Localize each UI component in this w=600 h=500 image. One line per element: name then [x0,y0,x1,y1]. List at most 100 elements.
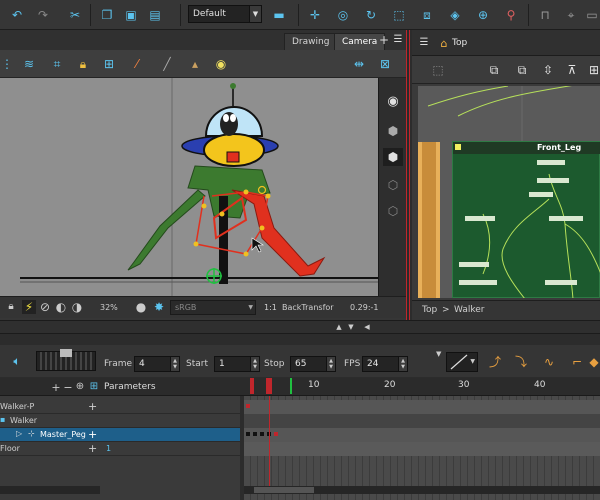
frame-stepper[interactable]: ▲ ▼ [170,357,179,371]
tab-drawing[interactable]: Drawing [284,33,338,50]
panel-divider[interactable]: ▲ ▼ ◀ [0,320,600,334]
stamp-icon[interactable]: ▴ [186,56,204,72]
mask-icon[interactable]: ⊘ [38,300,52,314]
delete-icon[interactable]: ▤ [146,7,164,23]
playhead[interactable] [266,378,272,394]
layer-scrollbar[interactable] [0,486,100,494]
ik-icon[interactable]: ⊓ [536,7,554,23]
stop-field[interactable]: 65 ▲ ▼ [290,356,336,372]
ease-out-icon[interactable]: ⤵ [512,353,530,371]
interpolation-select[interactable]: ▼ [446,352,478,372]
add-tab-icon[interactable]: + [378,33,390,47]
collapse-timeline-icon[interactable]: ▼ [436,350,444,358]
reposition-icon[interactable]: ⊕ [474,7,492,23]
paste-icon[interactable]: ▣ [122,7,140,23]
fps-stepper[interactable]: ▲ ▼ [398,357,407,371]
breadcrumb-top[interactable]: Top [422,305,437,315]
zoom-level[interactable]: 32% [100,303,118,312]
collapse-up-icon[interactable]: ▲ [334,322,344,332]
group-icon[interactable]: ⊞ [588,62,600,78]
fps-field[interactable]: 24 ▲ ▼ [362,356,408,372]
playback-scrub-handle[interactable] [60,349,72,357]
cube-shaded-icon[interactable]: ⬢ [383,122,403,140]
layout-icon[interactable]: ▬ [270,7,288,23]
marker-start[interactable] [250,378,254,394]
bulb-icon[interactable]: ◉ [212,56,230,72]
stepped-icon[interactable]: ⌐ [568,353,586,371]
add-layer-icon[interactable]: + [50,380,62,394]
layer-row[interactable]: ▪ Walker [0,414,240,428]
cube-outline-icon[interactable]: ⬡ [383,202,403,220]
camera-canvas[interactable] [0,78,378,296]
home-icon[interactable]: ⌂ [438,36,450,50]
undo-icon[interactable]: ↶ [8,7,26,23]
split-icon[interactable]: ⇳ [540,62,556,78]
keyframe-icon[interactable]: ◆ [588,353,600,371]
layer-row[interactable]: ▷ ⊹ Master_Peg + [0,428,240,442]
menu-icon[interactable]: ☰ [418,36,430,50]
frame-field[interactable]: 4 ▲ ▼ [134,356,180,372]
breadcrumb-walker[interactable]: Walker [454,305,484,315]
fill-icon[interactable]: ● [134,300,148,314]
skew-icon[interactable]: ⧈ [418,7,436,23]
scale-icon[interactable]: ⬚ [390,7,408,23]
ease-both-icon[interactable]: ∿ [540,353,558,371]
morph-icon[interactable]: ◈ [446,7,464,23]
add-icon[interactable]: + [88,442,97,455]
network-icon[interactable]: ⧉ [486,62,502,78]
network-down-icon[interactable]: ⧉ [514,62,530,78]
fit-icon[interactable]: ⊠ [376,56,394,72]
layer-props-icon[interactable]: ⊕ [74,380,86,394]
grid-icon[interactable]: ⋮ [0,56,14,72]
palette-icon[interactable]: ◑ [70,300,84,314]
scroll-thumb[interactable] [254,487,314,493]
light-icon[interactable]: ◐ [54,300,68,314]
cube-selected-icon[interactable]: ⬢ [383,148,403,166]
select-icon[interactable]: ⌖ [562,7,580,23]
copy-pose-icon[interactable]: ▭ [584,7,600,23]
bolt-icon[interactable]: ⚡︎ [22,300,36,314]
sound-icon[interactable]: 🔈︎ [8,353,26,369]
start-stepper[interactable]: ▲ ▼ [250,357,259,371]
group-color-swatch[interactable] [455,144,461,150]
brush-icon[interactable]: ⁄ [128,56,146,72]
redo-icon[interactable]: ↷ [34,7,52,23]
cut-icon[interactable]: ✂ [66,7,84,23]
expand-arrow-icon[interactable]: ▷ [16,429,22,438]
add-icon[interactable]: + [88,428,97,441]
chevron-down-icon[interactable]: ▼ [249,6,261,22]
rotate-icon[interactable]: ↻ [362,7,380,23]
pencil-icon[interactable]: ╱ [158,56,176,72]
node-graph-area[interactable]: Front_Leg [418,86,600,298]
color-space-select[interactable]: sRGB ▼ [170,300,256,315]
add-icon[interactable]: + [88,400,97,413]
node-group-front-leg[interactable]: Front_Leg [452,141,600,298]
cube-wire-icon[interactable]: ⬡ [383,176,403,194]
copy-icon[interactable]: ❐ [98,7,116,23]
layer-row[interactable]: Floor + 1 [0,442,240,456]
lock-all-icon[interactable]: ⊞ [100,56,118,72]
onion-skin-icon[interactable]: ≋ [20,56,38,72]
start-field[interactable]: 1 ▲ ▼ [214,356,260,372]
lock-view-icon[interactable]: 🔒︎ [4,300,18,314]
collapse-down-icon[interactable]: ▼ [346,322,356,332]
menu-icon[interactable]: ☰ [392,33,404,47]
preset-select[interactable]: Default ▼ [188,5,262,23]
peg-icon[interactable]: ⊼ [564,62,580,78]
expand-icon[interactable]: ▪ [0,415,5,424]
eye-icon[interactable]: ◉ [383,92,403,110]
frame-grid[interactable] [244,396,600,500]
node-up-icon[interactable]: ⬚ [430,62,446,78]
lock-icon[interactable]: 🔒︎ [74,56,92,72]
ease-in-icon[interactable]: ⤴ [486,353,504,371]
frame-scrollbar[interactable] [244,486,600,494]
pin-icon[interactable]: ⚲ [502,7,520,23]
stop-stepper[interactable]: ▲ ▼ [326,357,335,371]
bone-icon[interactable]: ⌗ [48,56,66,72]
panel-splitter[interactable] [406,30,410,320]
frame-ruler[interactable]: 10 20 30 40 [244,378,600,396]
flip-icon[interactable]: ⇹ [350,56,368,72]
layer-row[interactable]: Walker-P + [0,400,240,414]
pivot-icon[interactable]: ◎ [334,7,352,23]
render-icon[interactable]: ✸ [152,300,166,314]
